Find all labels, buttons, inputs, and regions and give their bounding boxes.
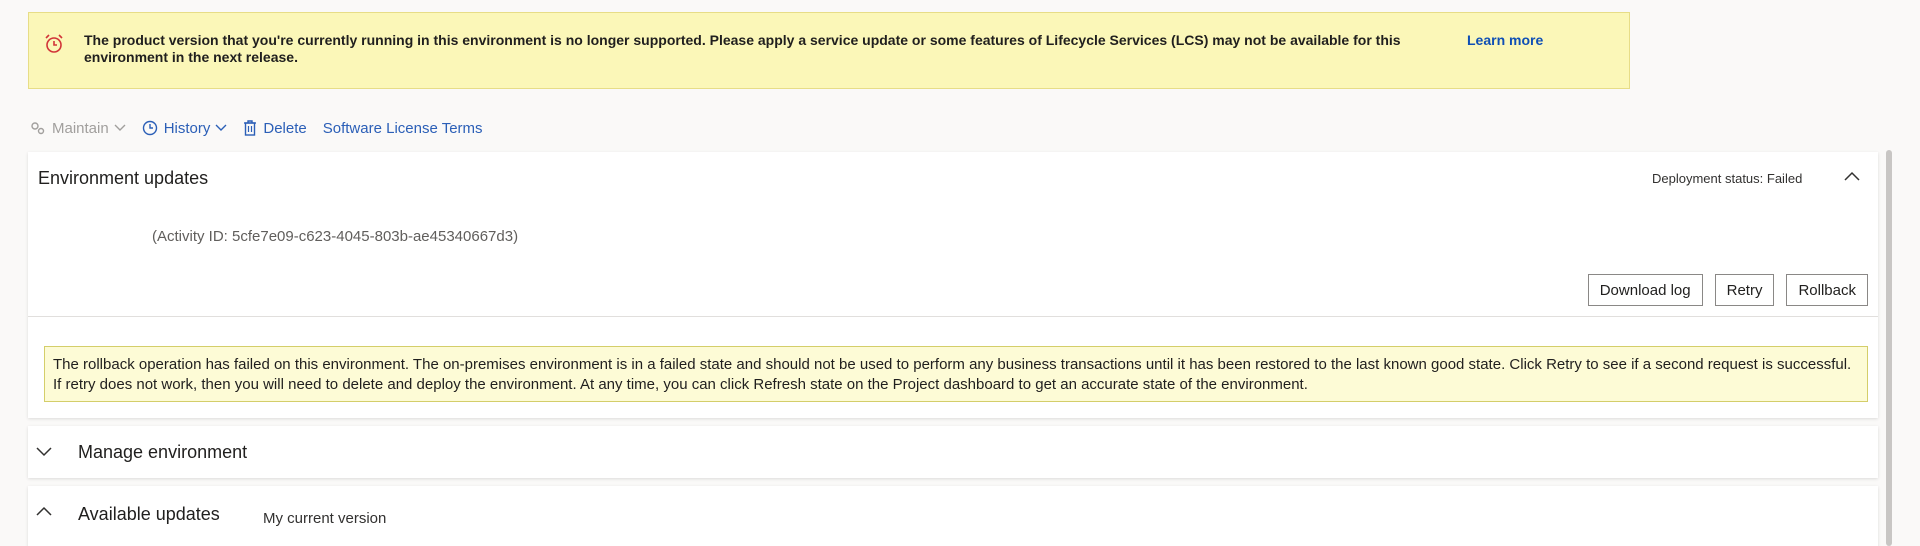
rollback-button[interactable]: Rollback (1786, 274, 1868, 306)
history-clock-icon (142, 120, 157, 136)
chevron-down-icon[interactable] (34, 445, 54, 459)
chevron-up-icon[interactable] (34, 504, 54, 518)
chevron-up-icon[interactable] (1842, 168, 1862, 184)
gears-icon (31, 122, 45, 135)
retry-button[interactable]: Retry (1714, 274, 1775, 306)
rollback-failed-warning: The rollback operation has failed on thi… (44, 346, 1868, 402)
license-label: Software License Terms (322, 119, 483, 137)
current-version-label: My current version (263, 510, 387, 527)
environment-updates-card: Environment updates Deployment status: F… (28, 152, 1878, 418)
unsupported-version-banner: The product version that you're currentl… (28, 12, 1630, 89)
available-updates-section[interactable]: Available updates My current version (28, 486, 1878, 546)
history-label: History (163, 119, 211, 137)
chevron-down-icon (114, 124, 126, 131)
activity-id: (Activity ID: 5cfe7e09-c623-4045-803b-ae… (152, 228, 519, 245)
divider (28, 316, 1878, 317)
download-log-button[interactable]: Download log (1587, 274, 1703, 306)
clock-alert-icon (43, 33, 65, 55)
environment-updates-title: Environment updates (38, 168, 209, 188)
action-toolbar: Maintain History Delete Software License… (30, 116, 499, 140)
learn-more-link[interactable]: Learn more (1467, 32, 1543, 48)
deployment-status: Deployment status: Failed (1652, 171, 1803, 186)
software-license-terms-link[interactable]: Software License Terms (323, 120, 483, 137)
maintain-label: Maintain (52, 119, 109, 137)
update-actions: Download log Retry Rollback (1587, 274, 1868, 306)
manage-environment-section[interactable]: Manage environment (28, 426, 1878, 478)
scrollbar[interactable] (1886, 150, 1892, 546)
delete-button[interactable]: Delete (243, 119, 307, 137)
maintain-menu[interactable]: Maintain (30, 120, 126, 137)
history-menu[interactable]: History (142, 120, 228, 137)
delete-label: Delete (263, 119, 307, 137)
manage-environment-title: Manage environment (78, 442, 248, 462)
available-updates-title: Available updates (78, 504, 220, 524)
trash-icon (244, 120, 257, 136)
banner-message: The product version that you're currentl… (84, 32, 1401, 65)
chevron-down-icon (215, 124, 227, 131)
